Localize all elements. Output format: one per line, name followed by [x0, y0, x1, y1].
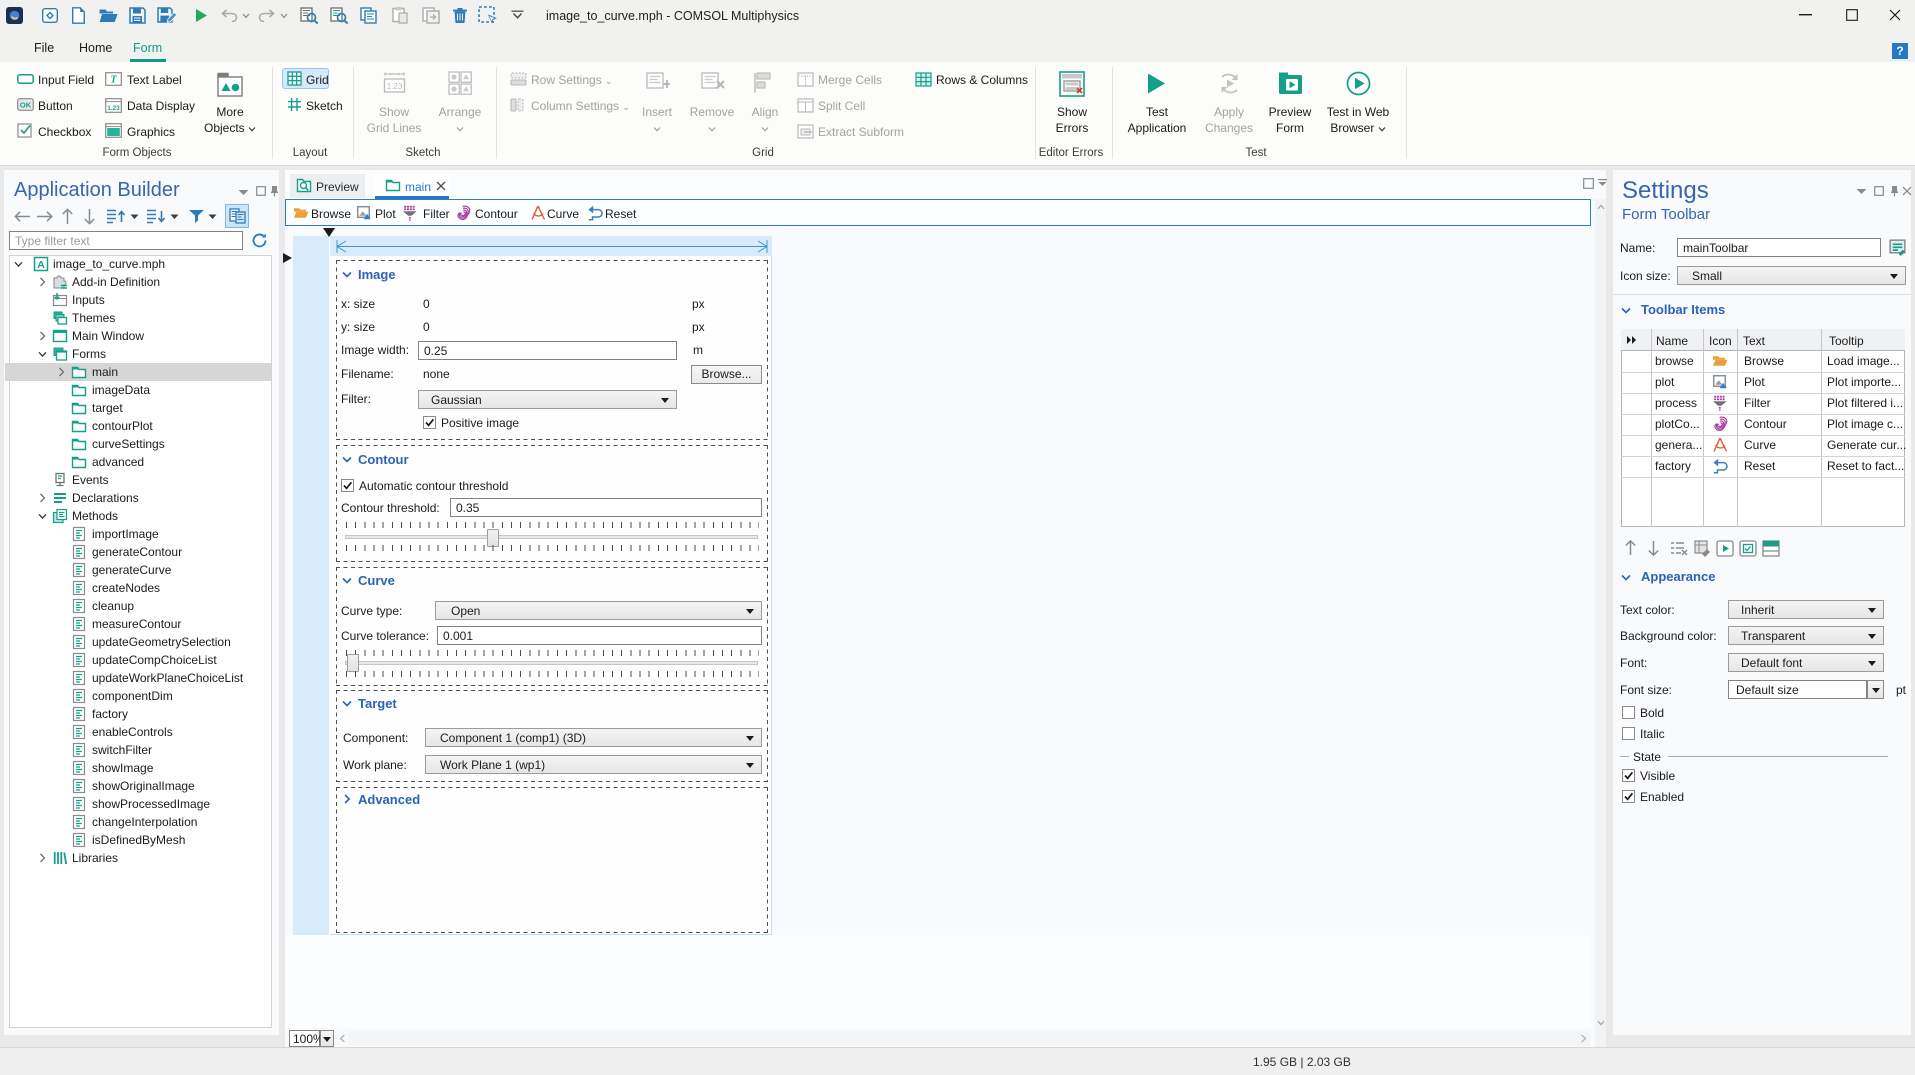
svg-text:T: T — [110, 75, 117, 86]
svg-text:1.23: 1.23 — [387, 82, 403, 91]
svg-text:OK: OK — [20, 101, 32, 110]
svg-text:1.23: 1.23 — [107, 105, 120, 112]
